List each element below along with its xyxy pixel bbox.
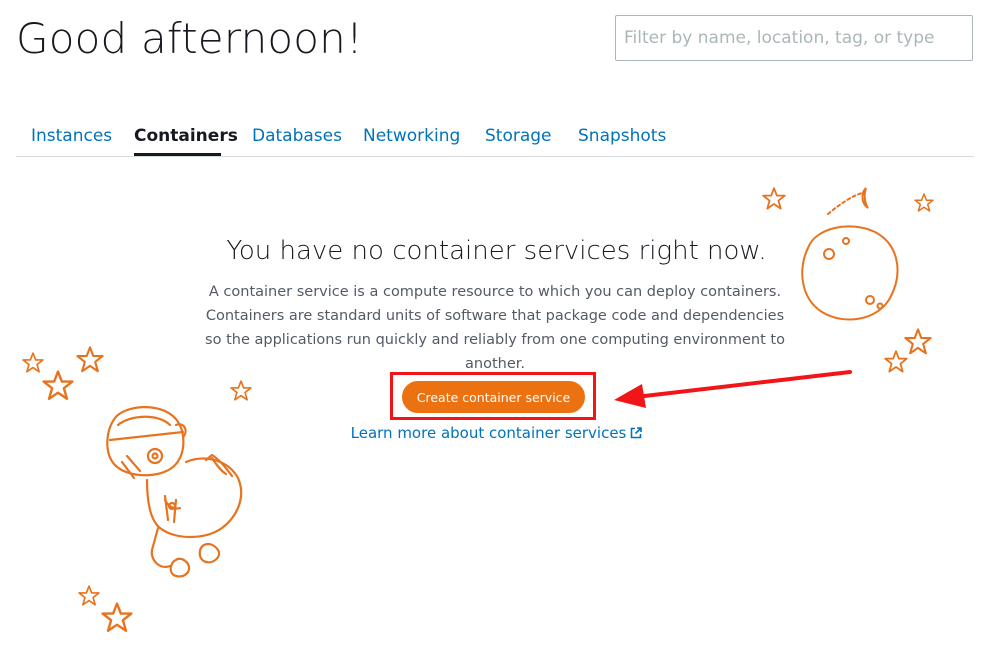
star-icon	[230, 380, 252, 401]
star-icon	[884, 350, 908, 373]
star-icon	[101, 602, 133, 632]
star-icon	[42, 370, 74, 400]
active-tab-indicator	[134, 153, 221, 156]
tab-networking[interactable]: Networking	[363, 126, 460, 146]
external-link-icon[interactable]	[630, 425, 643, 443]
tab-instances[interactable]: Instances	[31, 126, 112, 146]
create-container-service-button[interactable]: Create container service	[402, 381, 585, 413]
resource-tabs: Instances Containers Databases Networkin…	[16, 120, 974, 157]
empty-state-description: A container service is a compute resourc…	[205, 284, 785, 372]
filter-search-input[interactable]	[615, 15, 973, 61]
star-icon	[78, 585, 100, 606]
star-icon	[904, 328, 932, 355]
tab-containers[interactable]: Containers	[134, 126, 238, 146]
tab-snapshots[interactable]: Snapshots	[578, 126, 666, 146]
tab-databases[interactable]: Databases	[252, 126, 342, 146]
tab-storage[interactable]: Storage	[485, 126, 552, 146]
star-icon	[914, 193, 934, 212]
page-greeting: Good afternoon!	[16, 14, 364, 63]
star-icon	[22, 352, 44, 373]
star-icon	[762, 187, 786, 210]
annotation-arrow	[614, 370, 852, 408]
learn-more-label[interactable]: Learn more about container services	[351, 424, 627, 442]
learn-more-link[interactable]: Learn more about container services	[0, 424, 993, 443]
star-icon	[76, 346, 104, 373]
empty-state-title: You have no container services right now…	[226, 236, 767, 266]
